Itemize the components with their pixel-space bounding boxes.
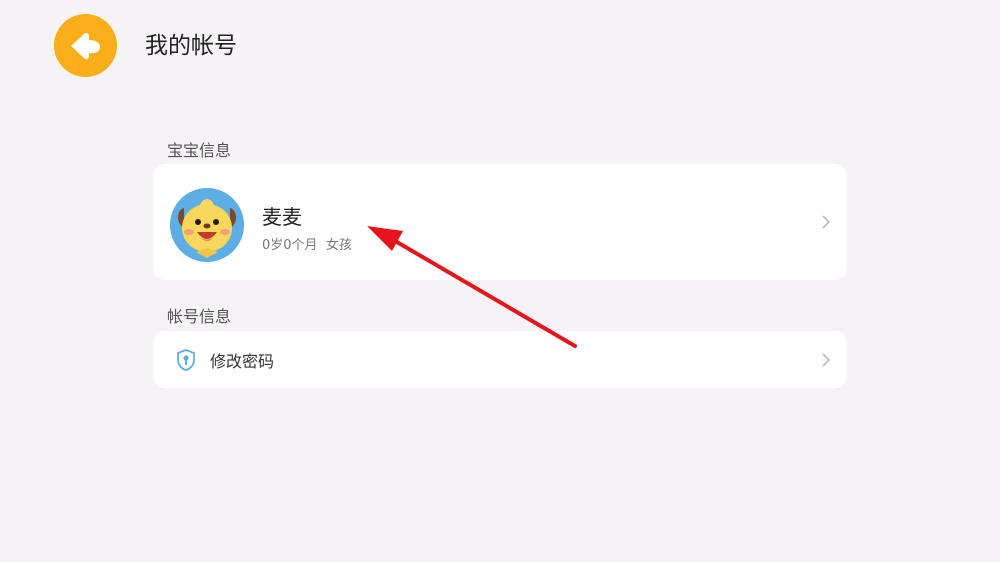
baby-age: 0岁0个月 bbox=[262, 238, 318, 253]
back-arrow-icon bbox=[70, 32, 100, 59]
password-shield-icon bbox=[177, 349, 195, 371]
change-password-row[interactable]: 修改密码 bbox=[153, 331, 847, 388]
baby-details: 0岁0个月 女孩 bbox=[262, 234, 352, 253]
chevron-right-icon bbox=[822, 215, 831, 229]
baby-name: 麦麦 bbox=[262, 205, 302, 229]
page-title: 我的帐号 bbox=[145, 33, 237, 59]
account-info-section-label: 帐号信息 bbox=[167, 307, 232, 326]
change-password-label: 修改密码 bbox=[210, 352, 275, 371]
chevron-right-icon bbox=[822, 352, 831, 367]
back-button[interactable] bbox=[54, 14, 117, 77]
baby-avatar bbox=[170, 188, 244, 262]
baby-info-section-label: 宝宝信息 bbox=[167, 141, 232, 160]
baby-profile-card[interactable]: 麦麦 0岁0个月 女孩 bbox=[153, 164, 847, 280]
annotation-arrow bbox=[367, 226, 577, 348]
baby-gender: 女孩 bbox=[325, 238, 352, 253]
